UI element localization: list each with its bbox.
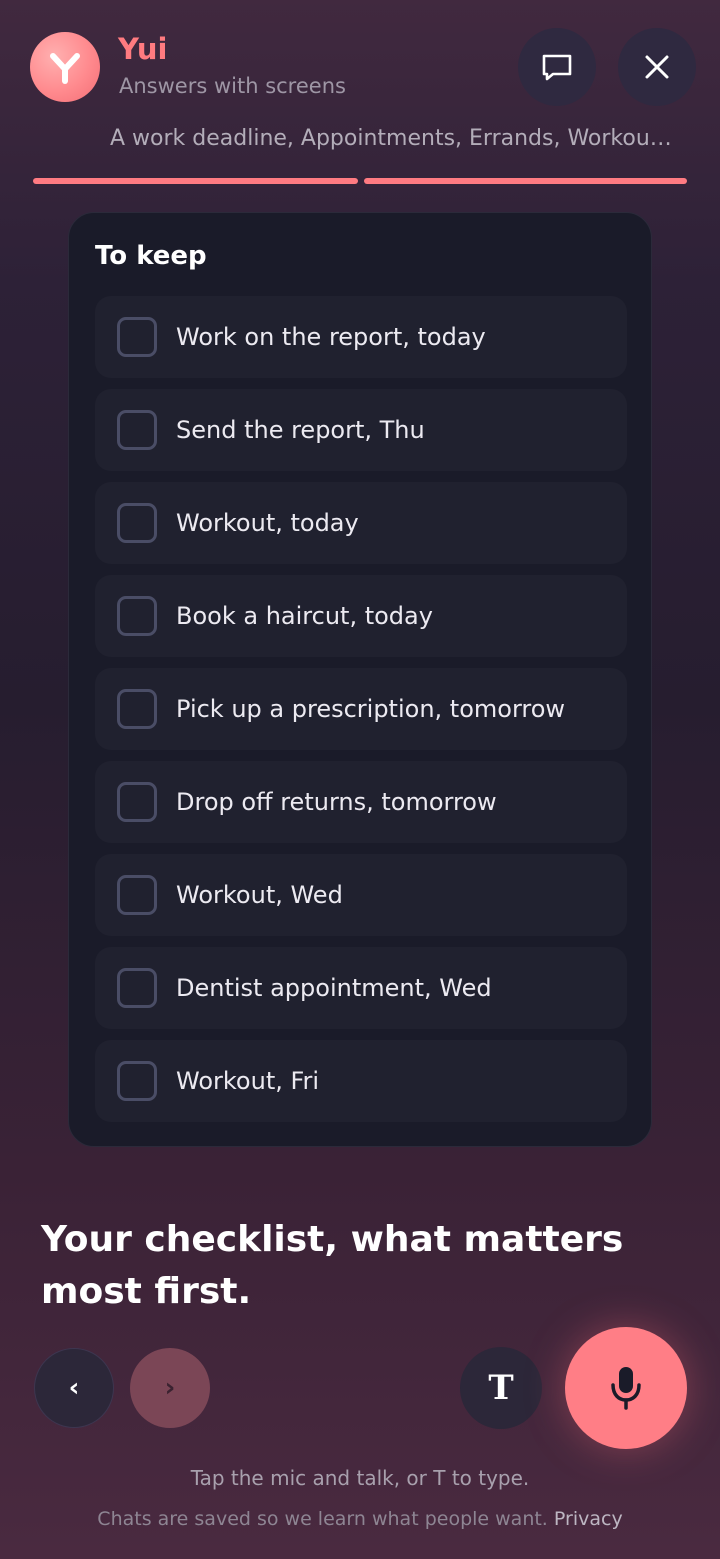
- checklist-item-label: Drop off returns, tomorrow: [176, 788, 497, 816]
- headline: Your checklist, what matters most first.: [41, 1219, 624, 1312]
- checklist-item[interactable]: Pick up a prescription, tomorrow: [95, 668, 627, 750]
- type-label: T: [488, 1368, 514, 1408]
- checklist-item-label: Workout, today: [176, 509, 359, 537]
- close-button[interactable]: [618, 28, 696, 106]
- checklist-item[interactable]: Send the report, Thu: [95, 389, 627, 471]
- checklist-item[interactable]: Book a haircut, today: [95, 575, 627, 657]
- chevron-right-icon: ›: [164, 1373, 176, 1403]
- checkbox[interactable]: [117, 875, 157, 915]
- checklist-item[interactable]: Workout, today: [95, 482, 627, 564]
- checklist-item-label: Workout, Fri: [176, 1067, 320, 1095]
- microphone-icon: [611, 1367, 641, 1410]
- checklist-item[interactable]: Drop off returns, tomorrow: [95, 761, 627, 843]
- chevron-left-icon: ‹: [68, 1373, 80, 1403]
- privacy-link[interactable]: Privacy: [554, 1508, 623, 1530]
- chat-bubble-icon: [542, 54, 572, 81]
- checklist-item[interactable]: Dentist appointment, Wed: [95, 947, 627, 1029]
- checklist-item-label: Work on the report, today: [176, 323, 486, 351]
- checkbox[interactable]: [117, 317, 157, 357]
- chat-button[interactable]: [518, 28, 596, 106]
- checklist-card: To keep Work on the report, today Send t…: [68, 212, 652, 1147]
- footer-text: Chats are saved so we learn what people …: [97, 1508, 548, 1530]
- header: Yui Answers with screens: [30, 28, 700, 110]
- checklist-item[interactable]: Workout, Wed: [95, 854, 627, 936]
- checklist-item-label: Send the report, Thu: [176, 416, 425, 444]
- checkbox[interactable]: [117, 782, 157, 822]
- checkbox[interactable]: [117, 410, 157, 450]
- yui-logo-icon: [30, 32, 100, 102]
- checklist-item-label: Dentist appointment, Wed: [176, 974, 492, 1002]
- checklist-item[interactable]: Workout, Fri: [95, 1040, 627, 1122]
- checkbox[interactable]: [117, 968, 157, 1008]
- app-subtitle: Answers with screens: [119, 74, 346, 98]
- input-hint: Tap the mic and talk, or T to type.: [190, 1466, 530, 1490]
- close-icon: [645, 55, 669, 79]
- mic-button[interactable]: [565, 1327, 687, 1449]
- progress-step-2: [364, 178, 687, 184]
- type-button[interactable]: T: [460, 1347, 542, 1429]
- topics-summary: A work deadline, Appointments, Errands, …: [110, 126, 672, 151]
- checklist-item[interactable]: Work on the report, today: [95, 296, 627, 378]
- checklist-title: To keep: [95, 241, 207, 271]
- checkbox[interactable]: [117, 503, 157, 543]
- checkbox[interactable]: [117, 596, 157, 636]
- checkbox[interactable]: [117, 1061, 157, 1101]
- checkbox[interactable]: [117, 689, 157, 729]
- next-button[interactable]: ›: [130, 1348, 210, 1428]
- app-name: Yui: [118, 32, 168, 66]
- checklist-item-label: Book a haircut, today: [176, 602, 433, 630]
- progress-step-1: [33, 178, 358, 184]
- previous-button[interactable]: ‹: [34, 1348, 114, 1428]
- footer: Chats are saved so we learn what people …: [0, 1508, 720, 1530]
- checklist-item-label: Workout, Wed: [176, 881, 343, 909]
- checklist-item-label: Pick up a prescription, tomorrow: [176, 695, 566, 723]
